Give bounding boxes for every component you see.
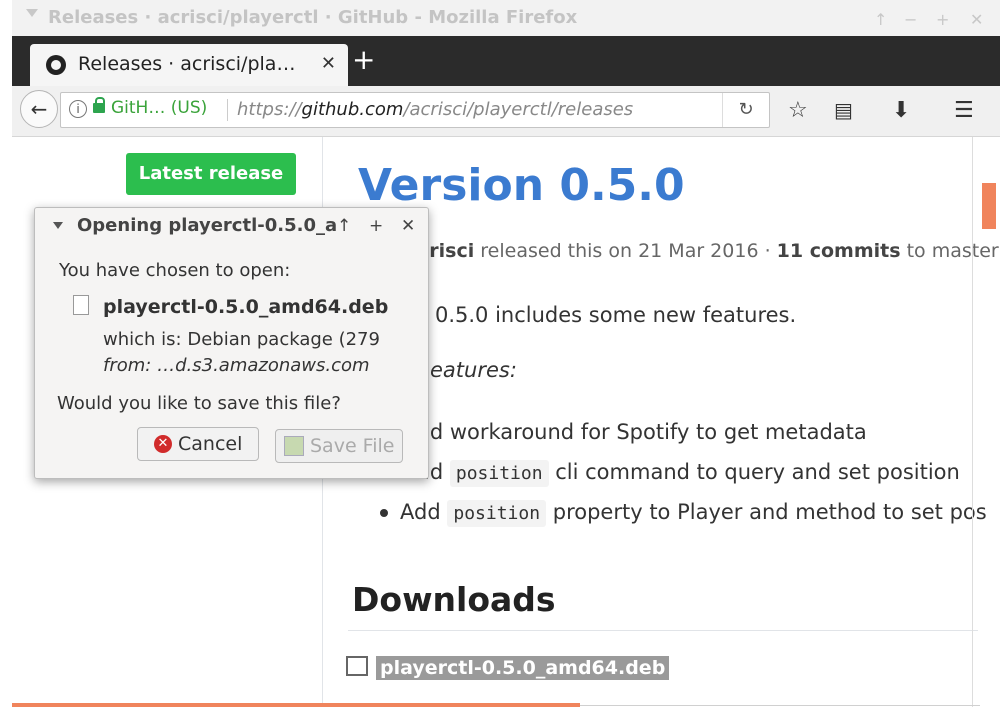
lock-icon — [93, 97, 105, 113]
url-path: /acrisci/playerctl/releases — [403, 99, 634, 120]
url-text[interactable]: https://github.com/acrisci/playerctl/rel… — [237, 99, 633, 120]
new-tab-button[interactable]: + — [352, 46, 375, 74]
window-menu-icon[interactable] — [26, 9, 38, 17]
which-is-label: which is: — [103, 329, 182, 350]
window-up-icon[interactable]: ↑ — [874, 10, 887, 29]
tab-strip: Releases · acrisci/pla… ✕ + — [12, 36, 1000, 86]
list-item-text: cli command to query and set position — [555, 460, 960, 484]
reader-icon[interactable]: ▤ — [834, 98, 853, 122]
features-heading: eatures: — [430, 358, 517, 382]
list-item: ld position cli command to query and set… — [424, 460, 960, 487]
file-source: from: …d.s3.amazonaws.com — [103, 355, 370, 376]
download-link[interactable]: playerctl-0.5.0_amd64.deb — [376, 656, 670, 680]
back-button[interactable]: ← — [20, 90, 58, 128]
list-item-text: Add — [400, 500, 441, 524]
bottom-rule — [580, 705, 980, 706]
github-icon — [46, 55, 66, 75]
code-position: position — [447, 500, 547, 527]
package-icon — [346, 656, 368, 676]
code-position: position — [449, 460, 549, 487]
save-label: Save File — [310, 435, 395, 457]
cancel-button[interactable]: ✕ Cancel — [137, 427, 259, 461]
scroll-indicator[interactable] — [982, 183, 996, 229]
downloads-divider — [348, 630, 978, 631]
window-close-icon[interactable]: ✕ — [970, 10, 983, 29]
which-is-value: Debian package (279 — [187, 329, 380, 350]
from-value: …d.s3.amazonaws.com — [157, 355, 370, 376]
dialog-filename: playerctl-0.5.0_amd64.deb — [103, 296, 389, 318]
info-icon[interactable]: i — [69, 100, 87, 118]
cancel-label: Cancel — [178, 433, 243, 455]
cancel-icon: ✕ — [154, 435, 172, 453]
tab-close-icon[interactable]: ✕ — [321, 53, 336, 74]
list-item-text: ld workaround for Spotify to get metadat… — [424, 420, 867, 444]
list-item-text: property to Player and method to set pos — [552, 500, 987, 524]
release-intro: n 0.5.0 includes some new features. — [415, 303, 797, 327]
reload-button[interactable]: ↻ — [722, 93, 769, 127]
file-icon — [73, 295, 89, 315]
commits-suffix: to master s — [906, 240, 1000, 262]
star-icon[interactable]: ☆ — [788, 98, 808, 123]
dialog-title: Opening playerctl-0.5.0_a — [77, 215, 338, 236]
tab-label: Releases · acrisci/pla… — [78, 53, 296, 75]
release-meta: crisci released this on 21 Mar 2016 · 11… — [418, 240, 1000, 262]
back-arrow-icon: ← — [30, 97, 48, 121]
dialog-titlebar: Opening playerctl-0.5.0_a ↑ + ✕ — [35, 208, 428, 244]
dialog-close-icon[interactable]: ✕ — [401, 216, 415, 236]
commits-link[interactable]: 11 commits — [777, 240, 901, 262]
content-edge — [972, 137, 973, 707]
dialog-maximize-icon[interactable]: + — [369, 216, 383, 236]
reload-icon: ↻ — [738, 99, 754, 120]
save-icon — [284, 436, 304, 456]
chosen-text: You have chosen to open: — [59, 260, 291, 281]
released-text: released this on 21 Mar 2016 · — [480, 240, 771, 262]
navigation-bar: ← i GitH… (US) https://github.com/acrisc… — [12, 86, 1000, 137]
from-label: from: — [103, 355, 152, 376]
window-title: Releases · acrisci/playerctl · GitHub - … — [48, 7, 578, 28]
dialog-menu-icon[interactable] — [53, 222, 63, 229]
window-minimize-icon[interactable]: − — [904, 10, 917, 29]
url-bar[interactable]: i GitH… (US) https://github.com/acrisci/… — [60, 92, 770, 128]
url-domain: github.com — [301, 99, 404, 120]
download-icon[interactable]: ⬇ — [892, 98, 910, 123]
url-prefix: https:// — [237, 99, 302, 120]
save-file-button[interactable]: Save File — [275, 429, 403, 463]
release-title[interactable]: Version 0.5.0 — [358, 160, 685, 211]
tab-releases[interactable]: Releases · acrisci/pla… ✕ — [30, 44, 348, 86]
window-maximize-icon[interactable]: + — [936, 10, 949, 29]
bullet-icon — [380, 509, 388, 517]
file-type: which is: Debian package (279 — [103, 329, 425, 350]
opening-file-dialog: Opening playerctl-0.5.0_a ↑ + ✕ You have… — [34, 207, 429, 479]
bottom-accent-line — [12, 703, 580, 707]
url-separator — [227, 99, 228, 121]
downloads-heading: Downloads — [352, 580, 556, 619]
dialog-up-icon[interactable]: ↑ — [337, 216, 351, 236]
list-item: Add position property to Player and meth… — [400, 500, 987, 527]
latest-release-badge[interactable]: Latest release — [126, 153, 296, 195]
list-item: ld workaround for Spotify to get metadat… — [424, 420, 867, 444]
save-question: Would you like to save this file? — [57, 393, 341, 414]
menu-icon[interactable]: ☰ — [954, 98, 974, 123]
window-titlebar: Releases · acrisci/playerctl · GitHub - … — [12, 0, 1000, 37]
site-identity[interactable]: GitH… (US) — [111, 98, 207, 118]
